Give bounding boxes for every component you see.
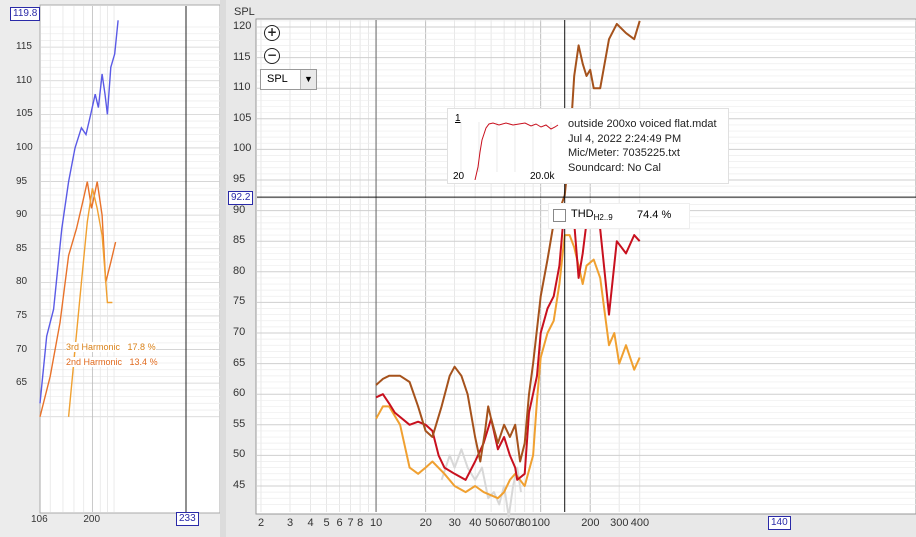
left-y-tick: 95 — [16, 175, 28, 187]
main-y-tick: 90 — [233, 203, 246, 216]
main-y-tick: 70 — [233, 326, 246, 338]
main-x-tick: 300 — [610, 517, 629, 529]
main-x-tick: 400 — [630, 517, 650, 529]
main-y-tick: 60 — [233, 387, 246, 400]
thumbnail-x-end: 20.0k — [530, 171, 555, 182]
measurement-soundcard: Soundcard: No Cal — [568, 161, 661, 174]
main-x-tick: 6 — [336, 517, 343, 529]
main-cursor-x-label: 140 — [768, 516, 791, 530]
zoom-in-icon[interactable]: + — [264, 25, 280, 41]
main-y-tick: 95 — [233, 173, 246, 185]
main-y-tick: 100 — [233, 142, 252, 155]
main-x-tick: 7 — [347, 517, 354, 529]
main-y-tick: 80 — [233, 264, 246, 277]
harmonic-label-2nd: 2nd Harmonic 13.4 % — [66, 357, 158, 367]
thumbnail-x-start: 20 — [453, 171, 465, 182]
main-x-tick: 200 — [581, 517, 600, 529]
main-y-tick: 45 — [233, 479, 246, 491]
zoom-out-icon[interactable]: − — [264, 48, 280, 64]
left-y-tick: 80 — [16, 276, 28, 288]
left-y-tick: 75 — [16, 309, 28, 321]
main-y-tick: 110 — [233, 81, 251, 94]
thumbnail-index: 1 — [455, 113, 461, 124]
main-x-tick: 30 — [448, 517, 461, 529]
harmonic-label-3rd: 3rd Harmonic 17.8 % — [66, 342, 156, 352]
main-x-tick: 8 — [357, 517, 364, 529]
left-y-tick: 110 — [16, 74, 32, 86]
main-x-tick: 20 — [419, 517, 432, 529]
left-x-tick: 106 — [31, 514, 48, 525]
left-cursor-y-label: 119.8 — [10, 7, 41, 21]
measurement-details: outside 200xo voiced flat.mdat Jul 4, 20… — [568, 117, 717, 175]
left-y-tick: 115 — [16, 41, 32, 53]
left-window — [0, 0, 228, 537]
left-y-tick: 100 — [16, 141, 33, 153]
thd-readout: THDH2..9 74.4 % — [548, 203, 690, 229]
measurement-info-panel: 1 20 20.0k outside 200xo voiced flat.mda… — [447, 108, 729, 184]
main-y-tick: 85 — [233, 234, 246, 247]
main-x-tick: 2 — [258, 517, 265, 529]
main-x-tick: 80 — [518, 517, 531, 529]
main-x-tick: 4 — [307, 517, 314, 529]
left-y-tick: 90 — [16, 209, 28, 221]
left-y-tick: 65 — [16, 377, 28, 389]
main-window — [226, 0, 916, 537]
chevron-down-icon[interactable]: ▼ — [300, 70, 316, 89]
left-y-tick: 70 — [16, 343, 28, 355]
main-x-tick: 5 — [323, 517, 330, 529]
main-y-tick: 65 — [233, 356, 246, 369]
thd-label: THDH2..9 — [571, 208, 613, 223]
measurement-filename: outside 200xo voiced flat.mdat — [568, 118, 717, 130]
left-cursor-x-label: 233 — [176, 512, 199, 526]
select-value: SPL — [267, 73, 288, 85]
main-y-tick: 75 — [233, 295, 246, 308]
main-y-tick: 105 — [233, 111, 252, 124]
left-y-tick: 85 — [16, 242, 28, 254]
main-y-tick: 55 — [233, 417, 246, 430]
main-y-tick: 50 — [233, 448, 246, 461]
thd-checkbox[interactable] — [553, 209, 566, 222]
main-x-tick: 10 — [370, 517, 383, 529]
main-x-tick: 100 — [531, 517, 550, 529]
main-x-tick: 50 — [485, 517, 498, 529]
left-x-tick: 200 — [83, 514, 101, 525]
main-y-tick: 120 — [233, 20, 252, 32]
measurement-date: Jul 4, 2022 2:24:49 PM — [568, 132, 682, 145]
main-x-tick: 3 — [286, 517, 294, 529]
main-y-axis-title: SPL — [234, 6, 255, 18]
main-x-tick: 40 — [469, 517, 482, 529]
left-y-tick: 105 — [16, 108, 33, 120]
thd-value: 74.4 % — [637, 209, 672, 221]
measurement-type-select[interactable]: SPL ▼ — [260, 69, 317, 90]
app-canvas — [0, 0, 916, 537]
measurement-thumbnail[interactable] — [451, 112, 561, 180]
measurement-mic: Mic/Meter: 7035225.txt — [568, 147, 680, 159]
main-y-tick: 115 — [233, 50, 251, 63]
